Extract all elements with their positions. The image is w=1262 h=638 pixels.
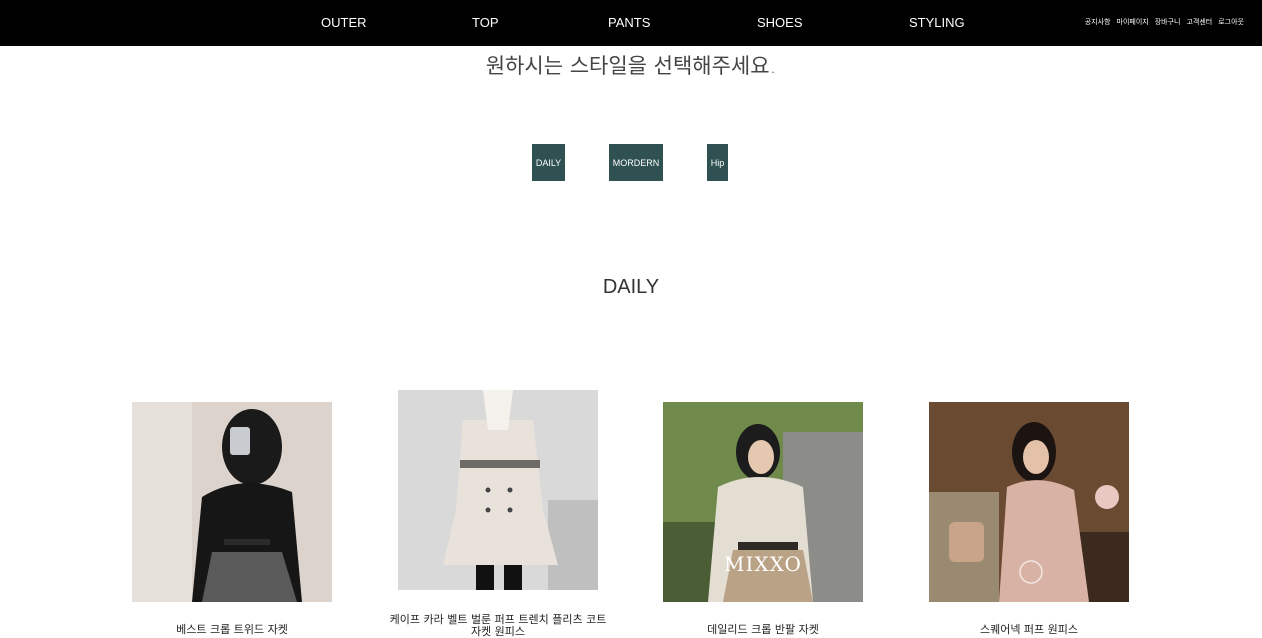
product-name[interactable]: 케이프 카라 벨트 벌룬 퍼프 트렌치 플리츠 코트 자켓 원피스 [388, 614, 608, 638]
style-daily-button[interactable]: DAILY [532, 144, 565, 181]
nav-styling[interactable]: STYLING [909, 15, 965, 30]
util-notice-link[interactable]: 공지사항 [1085, 17, 1111, 27]
product-image[interactable] [398, 390, 598, 590]
product-name[interactable]: 데일리드 크롭 반팔 자켓 [653, 624, 873, 636]
utility-links: 공지사항 마이페이지 장바구니 고객센터 로그아웃 [1085, 17, 1244, 27]
brand-watermark: MIXXO [724, 552, 802, 576]
style-modern-button[interactable]: MORDERN [609, 144, 663, 181]
product-card[interactable]: 케이프 카라 벨트 벌룬 퍼프 트렌치 플리츠 코트 자켓 원피스 [390, 390, 606, 638]
style-prompt: 원하시는 스타일을 선택해주세요. [485, 54, 777, 78]
product-image[interactable] [929, 402, 1129, 602]
product-image[interactable]: MIXXO [663, 402, 863, 602]
nav-outer[interactable]: OUTER [321, 15, 367, 30]
nav-top[interactable]: TOP [472, 15, 499, 30]
product-card[interactable]: 스퀘어넥 퍼프 원피스 [929, 402, 1129, 636]
nav-shoes[interactable]: SHOES [757, 15, 803, 30]
product-image[interactable] [132, 402, 332, 602]
nav-pants[interactable]: PANTS [608, 15, 650, 30]
util-support-link[interactable]: 고객센터 [1186, 17, 1212, 27]
style-hip-button[interactable]: Hip [707, 144, 728, 181]
product-card[interactable]: MIXXO 데일리드 크롭 반팔 자켓 [663, 402, 863, 636]
util-mypage-link[interactable]: 마이페이지 [1117, 17, 1149, 27]
product-name[interactable]: 베스트 크롭 트위드 자켓 [122, 624, 342, 636]
product-name[interactable]: 스퀘어넥 퍼프 원피스 [919, 624, 1139, 636]
product-card[interactable]: 베스트 크롭 트위드 자켓 [132, 402, 332, 636]
top-nav-bar: OUTER TOP PANTS SHOES STYLING 공지사항 마이페이지… [0, 0, 1262, 46]
util-cart-link[interactable]: 장바구니 [1155, 17, 1181, 27]
section-title: DAILY [602, 276, 660, 298]
util-logout-link[interactable]: 로그아웃 [1218, 17, 1244, 27]
